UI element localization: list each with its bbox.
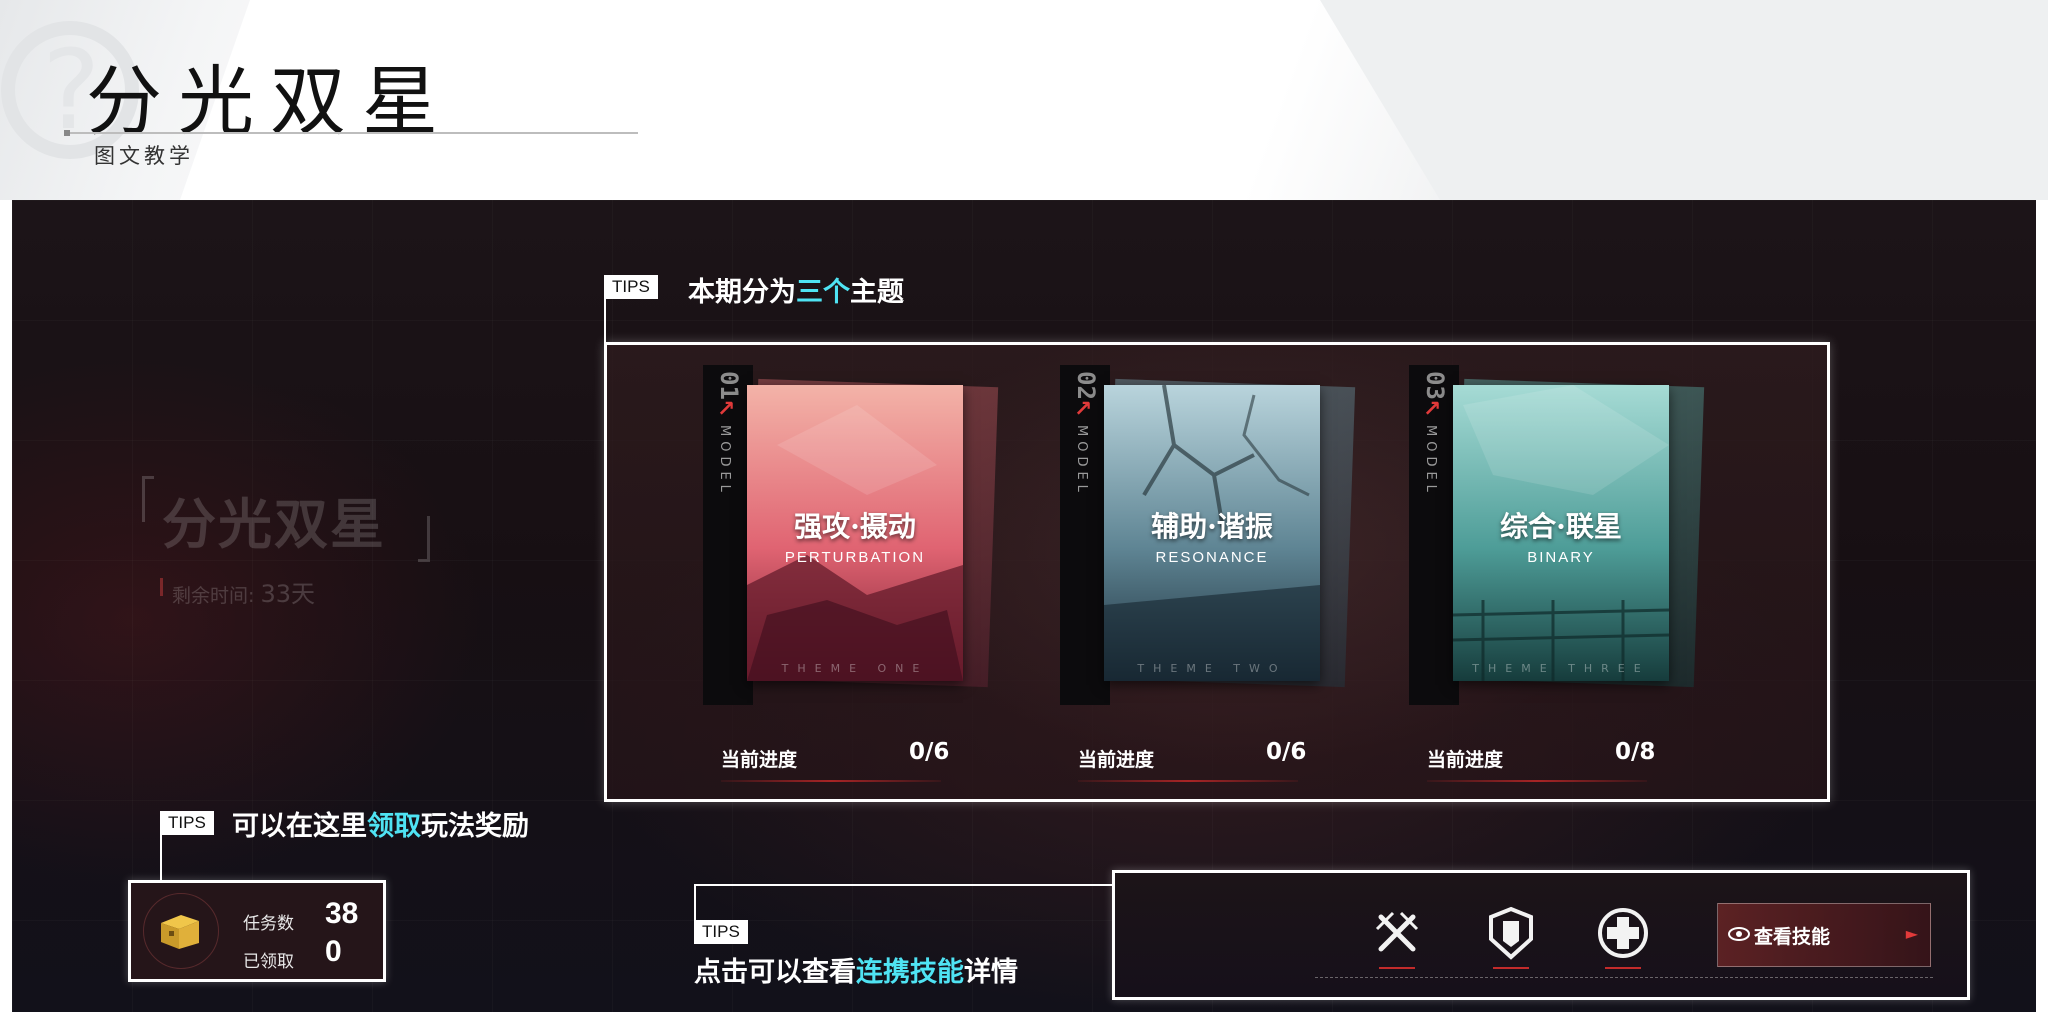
progress-underline [721,780,941,782]
claimed-label: 已领取 [243,952,294,972]
theme-card-binary[interactable]: 03 ↗ MODEL 综合·联星 BINARY THEME THREE 当前进度… [1409,365,1705,785]
arrow-icon: ↗ [1074,397,1093,422]
crossed-swords-icon[interactable] [1369,905,1425,969]
theme-number: 01 [715,371,743,400]
tip-text: 点击可以查看连携技能详情 [694,957,1018,988]
callout-connector [160,832,162,880]
progress-value: 0/6 [1266,739,1307,765]
eye-icon [1728,927,1750,941]
tip-text: 可以在这里领取玩法奖励 [232,811,529,842]
theme-card-perturbation[interactable]: 01 ↗ MODEL 强攻·摄动 PERTURBATION THEME ONE … [703,365,999,785]
model-label: MODEL [1074,425,1089,497]
theme-number: 02 [1072,371,1100,400]
progress-underline [1078,780,1298,782]
tip-highlight: 连携技能 [856,957,964,988]
shield-icon[interactable] [1483,905,1539,969]
remaining-time-value: 33天 [260,580,315,608]
claimed-value: 0 [325,935,342,968]
progress-value: 0/6 [909,739,950,765]
theme-name: 综合·联星 [1500,510,1622,543]
theme-card-resonance[interactable]: 02 ↗ MODEL 辅助·谐振 RESONANCE THEME TWO 当前进… [1060,365,1356,785]
theme-name: 强攻·摄动 [794,510,916,543]
header-decoration [1320,0,2048,200]
tips-badge: TIPS [694,920,748,944]
event-title: 分光双星 [162,492,386,556]
treasure-chest-icon [161,915,199,949]
arrow-icon: ↗ [717,397,736,422]
skill-divider [1315,977,1933,978]
theme-artwork: 综合·联星 BINARY THEME THREE [1453,385,1669,681]
bracket-decoration [142,476,154,522]
theme-number: 03 [1421,371,1449,400]
title-divider [64,130,638,136]
event-logo: 分光双星 剩余时间: 33天 [142,470,472,608]
theme-artwork: 辅助·谐振 RESONANCE THEME TWO [1104,385,1320,681]
theme-footer: THEME THREE [1472,662,1650,675]
themes-panel: 01 ↗ MODEL 强攻·摄动 PERTURBATION THEME ONE … [604,342,1830,802]
remaining-time: 剩余时间: 33天 [160,574,315,609]
tip-highlight: 三个 [796,277,850,308]
theme-artwork: 强攻·摄动 PERTURBATION THEME ONE [747,385,963,681]
tasks-value: 38 [325,897,359,930]
theme-english-name: RESONANCE [1155,549,1269,566]
theme-name: 辅助·谐振 [1151,510,1273,543]
theme-footer: THEME ONE [781,662,929,675]
tips-badge: TIPS [160,811,214,835]
bracket-decoration [418,516,430,562]
tip-highlight: 领取 [367,811,421,842]
tasks-label: 任务数 [243,914,294,934]
progress-underline [1427,780,1647,782]
view-skills-label: 查看技能 [1754,926,1831,948]
tutorial-header: ? 分光双星 图文教学 [0,0,2048,200]
progress-label: 当前进度 [1078,749,1155,771]
theme-english-name: PERTURBATION [784,549,926,566]
model-label: MODEL [1423,425,1438,497]
remaining-time-label: 剩余时间: [172,585,255,607]
medical-cross-icon[interactable] [1595,905,1651,969]
tips-badge: TIPS [604,275,658,299]
page-subtitle: 图文教学 [94,144,194,168]
callout-connector [694,884,696,924]
progress-label: 当前进度 [721,749,798,771]
theme-footer: THEME TWO [1137,662,1287,675]
progress-label: 当前进度 [1427,749,1504,771]
tip-text: 本期分为三个主题 [688,277,904,308]
callout-connector [694,884,1126,886]
link-skills-panel: 查看技能 ► [1112,870,1970,1000]
view-skills-button[interactable]: 查看技能 ► [1717,903,1931,967]
theme-english-name: BINARY [1527,549,1595,566]
reward-claim-panel[interactable]: 任务数 38 已领取 0 [128,880,386,982]
arrow-right-icon: ► [1905,924,1918,943]
model-label: MODEL [717,425,732,497]
arrow-icon: ↗ [1423,397,1442,422]
game-screenshot: 分光双星 剩余时间: 33天 TIPS 本期分为三个主题 01 ↗ MODEL [12,200,2036,1012]
progress-value: 0/8 [1615,739,1656,765]
